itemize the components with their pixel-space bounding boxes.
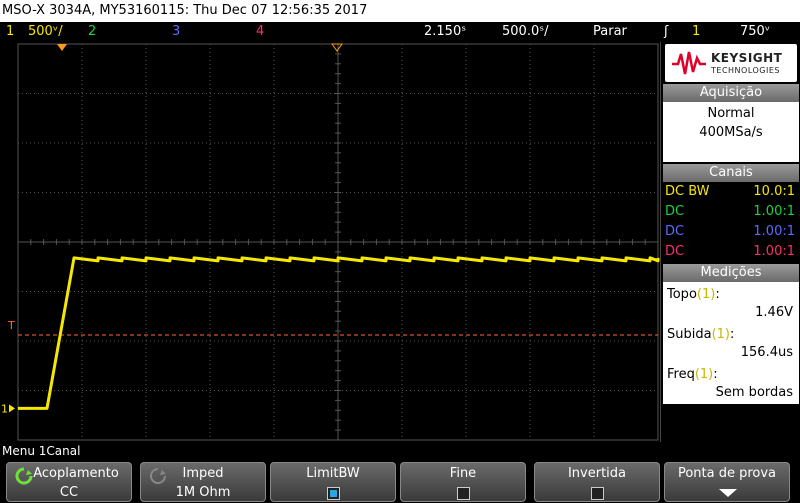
- ch1-number[interactable]: 1: [6, 22, 14, 42]
- channel-2-probe: 1.00:1: [753, 204, 795, 219]
- bandwidth-limit-title: LimitBW: [306, 466, 360, 481]
- channel-row-3[interactable]: DC 1.00:1: [663, 222, 799, 242]
- waveform-display[interactable]: T1: [0, 42, 660, 442]
- acquisition-header[interactable]: Aquisição: [663, 84, 799, 102]
- delay-reference-marker: [331, 43, 343, 52]
- submenu-arrow-icon: [719, 489, 737, 497]
- brand-name: KEYSIGHT: [711, 51, 783, 65]
- coupling-title: Acoplamento: [33, 466, 119, 481]
- trigger-slope-icon: ʃ: [664, 24, 669, 39]
- channel-row-1[interactable]: DC BW 10.0:1: [663, 182, 799, 202]
- coupling-softkey[interactable]: Acoplamento CC: [6, 462, 132, 502]
- probe-title: Ponta de prova: [677, 466, 777, 481]
- ground-marker: 1: [1, 402, 8, 415]
- channel-4-probe: 1.00:1: [753, 244, 795, 259]
- acquisition-panel[interactable]: Normal 400MSa/s: [663, 102, 799, 162]
- ch3-number[interactable]: 3: [172, 22, 180, 42]
- channels-panel[interactable]: DC BW 10.0:1 DC 1.00:1 DC 1.00:1 DC 1.00…: [663, 182, 799, 262]
- channel-row-2[interactable]: DC 1.00:1: [663, 202, 799, 222]
- channel-row-4[interactable]: DC 1.00:1: [663, 242, 799, 262]
- status-bar: 1 500ᵛ/ 2 3 4 2.150ˢ 500.0ˢ/ Parar ʃ 1 7…: [0, 22, 800, 42]
- fine-title: Fine: [449, 466, 477, 481]
- channel-1-coupling: DC BW: [665, 184, 710, 199]
- softkey-bar: Acoplamento CC Imped 1M Ohm LimitBW Fine…: [0, 460, 800, 503]
- fine-softkey[interactable]: Fine: [400, 462, 526, 502]
- impedance-value: 1M Ohm: [175, 485, 231, 500]
- acquisition-rate: 400MSa/s: [699, 125, 763, 140]
- impedance-title: Imped: [182, 466, 224, 481]
- window-title: MSO-X 3034A, MY53160115: Thu Dec 07 12:5…: [0, 0, 800, 22]
- measurement-3-label: Freq(1):: [667, 367, 718, 382]
- measurement-2-label: Subida(1):: [667, 327, 735, 342]
- fine-checkbox[interactable]: [457, 487, 470, 500]
- measurement-1-value: 1.46V: [755, 305, 793, 320]
- brand-logo: KEYSIGHT TECHNOLOGIES: [665, 44, 797, 82]
- invert-softkey[interactable]: Invertida: [534, 462, 660, 502]
- measurements-panel[interactable]: Topo(1): 1.46V Subida(1): 156.4us Freq(1…: [663, 282, 799, 404]
- trigger-position-marker: [57, 44, 67, 51]
- channel-4-coupling: DC: [665, 244, 685, 259]
- run-state[interactable]: Parar: [593, 22, 627, 42]
- ch4-number[interactable]: 4: [256, 22, 264, 42]
- invert-title: Invertida: [567, 466, 627, 481]
- channel-1-probe: 10.0:1: [753, 184, 795, 199]
- keysight-wave-icon: [672, 51, 706, 75]
- time-delay[interactable]: 2.150ˢ: [424, 22, 466, 42]
- channel-3-probe: 1.00:1: [753, 224, 795, 239]
- trigger-level[interactable]: 750ᵛ: [740, 22, 770, 42]
- measurements-header[interactable]: Medições: [663, 264, 799, 282]
- impedance-softkey[interactable]: Imped 1M Ohm: [140, 462, 266, 502]
- invert-checkbox[interactable]: [591, 487, 604, 500]
- channel-3-coupling: DC: [665, 224, 685, 239]
- brand-subtitle: TECHNOLOGIES: [711, 66, 780, 75]
- channel-2-coupling: DC: [665, 204, 685, 219]
- measurement-1-label: Topo(1):: [667, 287, 720, 302]
- ch1-scale[interactable]: 500ᵛ/: [28, 22, 63, 42]
- measurement-2-value: 156.4us: [740, 345, 793, 360]
- channels-header[interactable]: Canais: [663, 164, 799, 182]
- coupling-value: CC: [59, 485, 79, 500]
- ch2-number[interactable]: 2: [88, 22, 96, 42]
- time-scale[interactable]: 500.0ˢ/: [502, 22, 548, 42]
- measurement-3-value: Sem bordas: [715, 385, 793, 400]
- waveform-canvas[interactable]: T1: [0, 42, 660, 442]
- bandwidth-limit-softkey[interactable]: LimitBW: [270, 462, 396, 502]
- side-panel: KEYSIGHT TECHNOLOGIES Aquisição Normal 4…: [660, 42, 800, 442]
- trigger-channel[interactable]: 1: [692, 22, 700, 42]
- trigger-level-marker: T: [7, 319, 15, 332]
- ground-marker-arrow: [9, 404, 15, 413]
- menu-label: Menu 1Canal: [2, 444, 81, 458]
- bandwidth-limit-checkbox[interactable]: [327, 487, 340, 500]
- probe-softkey[interactable]: Ponta de prova: [664, 462, 790, 502]
- acquisition-mode: Normal: [707, 106, 755, 121]
